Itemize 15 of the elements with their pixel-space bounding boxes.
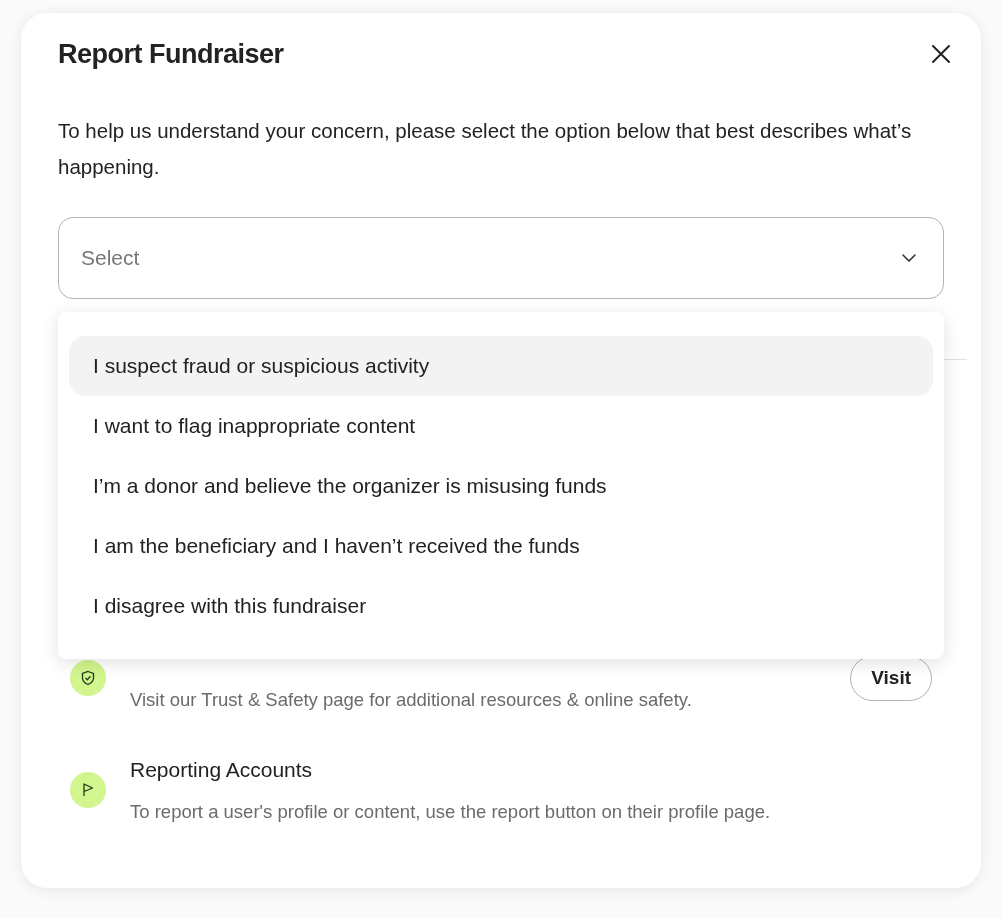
dropdown-option[interactable]: I suspect fraud or suspicious activity: [69, 336, 933, 396]
select-field[interactable]: Select: [58, 217, 944, 299]
chevron-icon: [902, 254, 916, 262]
dropdown-option[interactable]: I disagree with this fundraiser: [69, 576, 933, 636]
shield-icon: [70, 660, 106, 696]
dialog-title: Report Fundraiser: [58, 38, 284, 71]
dropdown-option[interactable]: I want to flag inappropriate content: [69, 396, 933, 456]
dropdown-option[interactable]: I am the beneficiary and I haven’t received the funds: [69, 516, 933, 576]
resource-description: To report a user's profile or content, use the report button on their profile page.: [130, 800, 772, 824]
resource-description: Visit our Trust & Safety page for additional resources & online safety.: [130, 688, 693, 712]
dropdown-option[interactable]: I’m a donor and believe the organizer is misusing funds: [69, 456, 933, 516]
resource-title: Reporting Accounts: [130, 757, 314, 783]
intro-text: To help us understand your concern, please select the option below that best describes what’s happening.: [58, 118, 913, 180]
close-icon[interactable]: [931, 44, 951, 64]
flag-icon: [70, 772, 106, 808]
